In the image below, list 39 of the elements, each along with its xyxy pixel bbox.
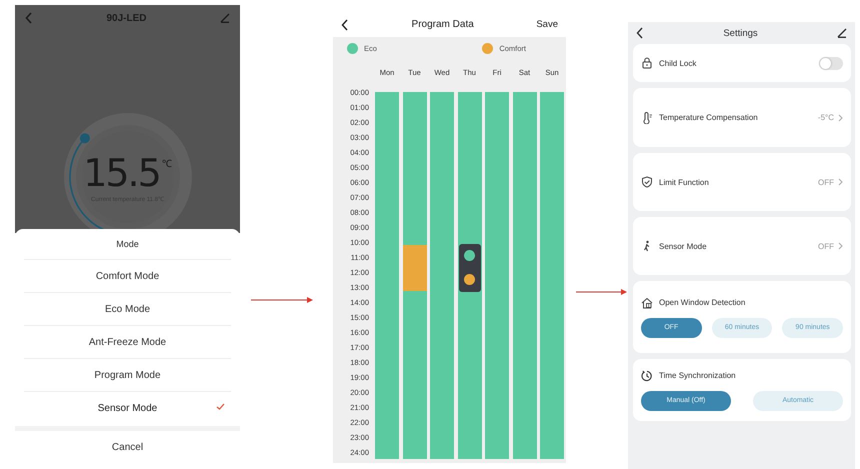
toggle-switch[interactable] [819, 56, 843, 70]
back-icon[interactable] [341, 18, 349, 30]
mode-dot[interactable] [464, 250, 475, 262]
mode-option[interactable]: Eco Mode [24, 292, 231, 325]
edit-icon[interactable] [836, 28, 847, 38]
temperature-unit: ℃ [162, 158, 172, 170]
mode-option[interactable]: Ant-Freeze Mode [24, 325, 231, 358]
setting-label: Limit Function [659, 178, 709, 186]
mode-option[interactable]: Comfort Mode [24, 259, 231, 292]
back-icon[interactable] [636, 27, 644, 39]
mode-dot[interactable] [464, 274, 475, 286]
check-icon [216, 403, 225, 410]
setting-value[interactable]: OFF [818, 178, 843, 186]
thermometer-icon [641, 112, 653, 124]
cancel-button[interactable]: Cancel [15, 431, 240, 461]
setting-label: Open Window Detection [659, 298, 746, 307]
screen-title: Program Data [412, 19, 474, 30]
save-button[interactable]: Save [536, 19, 558, 30]
setting-label: Sensor Mode [659, 242, 707, 250]
sheet-title: Mode [115, 238, 140, 251]
mode-option[interactable]: Program Mode [24, 358, 231, 391]
setting-value[interactable]: OFF [818, 242, 843, 250]
mode-option[interactable]: Sensor Mode [24, 391, 231, 424]
chevron-icon [838, 114, 843, 122]
house-window-icon [641, 296, 653, 308]
arrow-icon [251, 296, 313, 304]
lock-icon [641, 57, 653, 69]
clock-icon [641, 370, 653, 382]
setting-label: Time Synchronization [659, 371, 736, 380]
chevron-icon [838, 242, 843, 250]
setting-value[interactable]: -5°C [818, 113, 843, 122]
chevron-icon [838, 178, 843, 186]
shield-check-icon [641, 176, 653, 188]
setpoint-temperature: 15.5 [83, 153, 160, 193]
arrow-icon [576, 288, 627, 296]
screen-title: Settings [723, 28, 758, 38]
setting-label: Temperature Compensation [659, 113, 758, 122]
screen-title: 90J-LED [106, 12, 146, 24]
setting-label: Child Lock [659, 58, 696, 68]
